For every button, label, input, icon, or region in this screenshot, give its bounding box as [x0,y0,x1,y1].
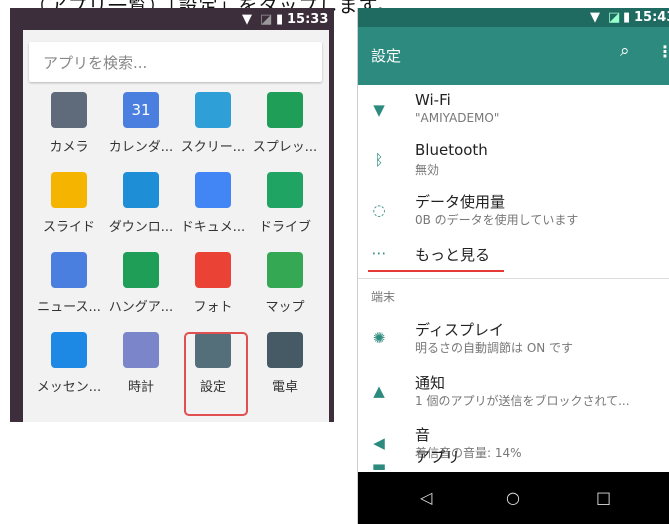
app-label: フォト [193,300,233,315]
item-subtitle: "AMIYADEMO" [415,111,500,125]
signal-icon: ◪ [260,12,273,27]
settings-highlight [184,332,248,416]
settings-item-bluetooth[interactable]: ᛒ Bluetooth 無効 [358,135,669,185]
app-sheets[interactable]: スプレッ... [247,92,323,170]
item-title: もっと見る [415,246,491,264]
app-label: カレンダ... [108,140,174,155]
app-calendar[interactable]: 31 カレンダ... [103,92,179,170]
item-subtitle: 1 個のアプリが送信をブロックされて... [415,394,630,408]
slides-icon [51,172,87,208]
app-maps[interactable]: マップ [247,252,323,330]
clock-icon [123,332,159,368]
docs-icon [195,172,231,208]
app-slides[interactable]: スライド [31,172,107,250]
screenshot-icon [195,92,231,128]
toolbar: 設定 ⌕ ⋮ [358,27,669,85]
item-title: 音 [415,426,431,444]
status-time: 15:33 [287,12,329,27]
battery-icon: ▮ [623,10,631,25]
calculator-icon [267,332,303,368]
news-icon [51,252,87,288]
settings-screen: ▼ ◪ ▮ 15:43 設定 ⌕ ⋮ ▼ Wi-Fi "AMIYADEMO" ᛒ… [357,8,669,524]
messenger-icon [51,332,87,368]
more-icon: ⋯ [371,244,387,262]
item-title: データ使用量 [415,193,506,211]
battery-icon: ▮ [276,12,284,27]
status-bar: ▼ ◪ ▮ 15:43 [358,8,669,27]
app-screenshot[interactable]: スクリー... [175,92,251,170]
settings-item-notifications[interactable]: ▲ 通知 1 個のアプリが送信をブロックされて... [358,366,669,416]
home-icon[interactable]: ○ [506,488,520,507]
app-label: ドライブ [258,220,311,235]
app-download[interactable]: ダウンロ... [103,172,179,250]
section-header-device: 端末 [371,290,396,304]
app-label: ニュース... [37,300,101,315]
item-title: 通知 [415,374,446,392]
app-label: 時計 [127,380,154,395]
app-photos[interactable]: フォト [175,252,251,330]
app-label: カメラ [49,140,89,155]
calendar-icon: 31 [123,92,159,128]
bluetooth-icon: ᛒ [374,151,384,169]
overflow-menu-icon[interactable]: ⋮ [657,42,669,61]
app-label: スプレッ... [252,140,318,155]
maps-icon [267,252,303,288]
item-subtitle: 明るさの自動調節は ON です [415,341,574,355]
app-label: ハングア... [108,300,174,315]
status-time: 15:43 [634,10,669,25]
app-label: ドキュメ... [180,220,246,235]
display-icon: ✺ [372,329,386,347]
wifi-icon: ▼ [373,101,385,119]
app-label: スクリー... [180,140,246,155]
more-underline [368,270,504,272]
item-title: Wi-Fi [415,91,451,109]
settings-item-wifi[interactable]: ▼ Wi-Fi "AMIYADEMO" [358,85,669,135]
app-drawer-screen: ▼ ◪ ▮ 15:33 アプリを検索... カメラ 31 カレンダ... スクリー..… [10,8,334,422]
section-divider [358,278,669,279]
app-news[interactable]: ニュース... [31,252,107,330]
back-icon[interactable]: ◁ [420,488,432,507]
camera-icon [51,92,87,128]
page-title: 設定 [371,47,402,65]
recents-icon[interactable]: □ [596,488,611,507]
item-title: ディスプレイ [415,321,504,339]
app-label: ダウンロ... [108,220,174,235]
app-label: 電卓 [271,380,298,395]
search-icon[interactable]: ⌕ [620,41,630,61]
hangouts-icon [123,252,159,288]
notification-bell-icon: ▲ [373,382,385,400]
app-calculator[interactable]: 電卓 [247,332,323,410]
app-label: マップ [265,300,305,315]
settings-item-more[interactable]: ⋯ もっと見る [358,237,669,287]
app-hangouts[interactable]: ハングア... [103,252,179,330]
app-camera[interactable]: カメラ [31,92,107,170]
drive-icon [267,172,303,208]
wifi-status-icon: ▼ [590,10,600,25]
photos-icon [195,252,231,288]
item-title: Bluetooth [415,141,488,159]
download-icon [123,172,159,208]
item-title: アプリ [415,448,461,466]
app-search-bar[interactable]: アプリを検索... [29,42,322,82]
data-usage-icon: ◌ [372,201,386,219]
app-clock[interactable]: 時計 [103,332,179,410]
signal-icon: ◪ [608,10,621,25]
sheets-icon [267,92,303,128]
item-subtitle: 0B のデータを使用しています [415,213,579,227]
app-drive[interactable]: ドライブ [247,172,323,250]
app-panel: アプリを検索... カメラ 31 カレンダ... スクリー... スプレッ... スライド… [23,30,329,422]
settings-item-display[interactable]: ✺ ディスプレイ 明るさの自動調節は ON です [358,313,669,363]
wifi-status-icon: ▼ [242,12,252,27]
app-docs[interactable]: ドキュメ... [175,172,251,250]
item-subtitle: 無効 [415,163,440,177]
navigation-bar: ◁ ○ □ [358,472,669,524]
status-bar: ▼ ◪ ▮ 15:33 [10,8,334,30]
settings-item-apps[interactable]: ▬ アプリ [358,444,669,472]
app-label: スライド [42,220,95,235]
app-messenger[interactable]: メッセン... [31,332,107,410]
app-label: メッセン... [36,380,102,395]
search-placeholder: アプリを検索... [43,54,148,72]
android-icon: ▬ [371,457,387,472]
settings-item-data-usage[interactable]: ◌ データ使用量 0B のデータを使用しています [358,185,669,235]
